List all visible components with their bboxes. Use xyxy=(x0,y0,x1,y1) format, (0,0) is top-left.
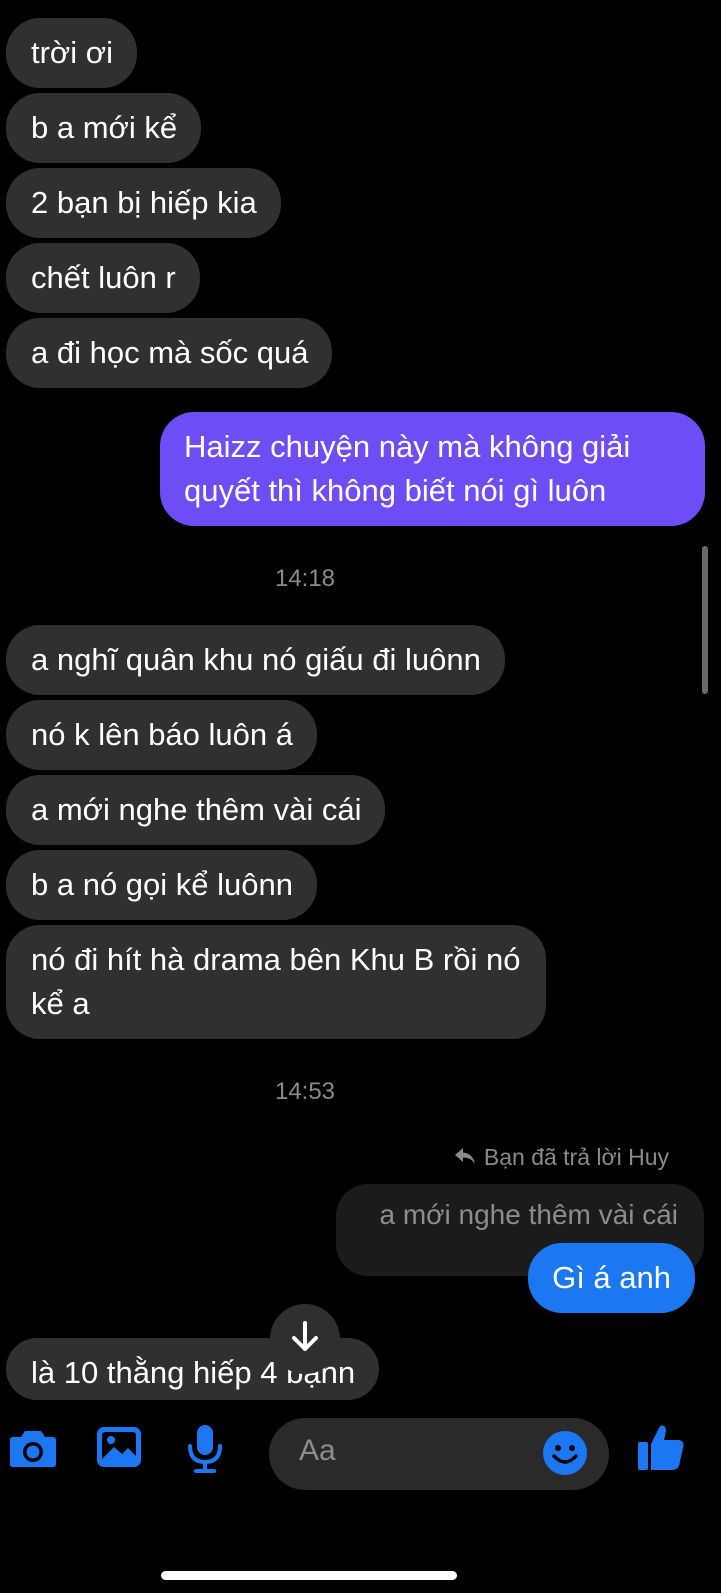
emoji-button[interactable] xyxy=(542,1430,588,1481)
message-text: a đi học mà sốc quá xyxy=(31,335,309,370)
message-text: b a mới kể xyxy=(31,110,178,145)
message-bubble[interactable]: trời ơi xyxy=(6,18,137,88)
like-icon xyxy=(636,1422,686,1477)
voice-button[interactable] xyxy=(186,1424,224,1479)
message-text: Gì á anh xyxy=(552,1260,671,1295)
message-bubble[interactable]: a nghĩ quân khu nó giấu đi luônn xyxy=(6,625,505,695)
like-button[interactable] xyxy=(636,1424,686,1474)
message-text: 2 bạn bị hiếp kia xyxy=(31,185,257,220)
home-indicator xyxy=(161,1571,457,1580)
microphone-icon xyxy=(186,1424,224,1479)
message-bubble[interactable]: b a nó gọi kể luônn xyxy=(6,850,317,920)
message-bubble[interactable]: b a mới kể xyxy=(6,93,202,163)
message-text: trời ơi xyxy=(31,35,113,70)
sent-message-bubble[interactable]: Gì á anh xyxy=(528,1243,695,1313)
reply-arrow-icon xyxy=(454,1144,476,1171)
message-input-placeholder: Aa xyxy=(299,1434,336,1467)
message-bubble[interactable]: a đi học mà sốc quá xyxy=(6,318,333,388)
reply-note: Bạn đã trả lời Huy xyxy=(454,1144,669,1171)
timestamp: 14:53 xyxy=(274,1078,336,1105)
emoji-icon xyxy=(542,1431,588,1480)
message-text: b a nó gọi kể luônn xyxy=(31,867,293,902)
reply-note-text: Bạn đã trả lời Huy xyxy=(483,1144,669,1170)
message-bubble[interactable]: a mới nghe thêm vài cái xyxy=(6,775,386,845)
timestamp: 14:18 xyxy=(274,565,336,592)
message-text: nó đi hít hà drama bên Khu B rồi nó kể a xyxy=(31,942,521,1021)
message-text: Haizz chuyện này mà không giải quyết thì… xyxy=(184,429,631,508)
gallery-button[interactable] xyxy=(96,1426,142,1473)
quoted-text: a mới nghe thêm vài cái xyxy=(379,1199,679,1230)
message-text: a mới nghe thêm vài cái xyxy=(31,792,362,827)
message-bubble[interactable]: chết luôn r xyxy=(6,243,200,313)
scrollbar[interactable] xyxy=(702,546,708,694)
image-icon xyxy=(96,1426,142,1473)
message-bubble[interactable]: nó k lên báo luôn á xyxy=(6,700,317,770)
sent-message-bubble[interactable]: Haizz chuyện này mà không giải quyết thì… xyxy=(160,412,705,526)
message-bubble[interactable]: nó đi hít hà drama bên Khu B rồi nó kể a xyxy=(6,925,546,1039)
arrow-down-icon xyxy=(289,1320,321,1359)
message-text: chết luôn r xyxy=(31,260,176,295)
message-text: a nghĩ quân khu nó giấu đi luônn xyxy=(31,642,481,677)
message-bubble[interactable]: 2 bạn bị hiếp kia xyxy=(6,168,281,238)
message-text: nó k lên báo luôn á xyxy=(31,717,293,752)
camera-icon xyxy=(8,1427,58,1474)
camera-button[interactable] xyxy=(8,1428,58,1472)
scroll-to-bottom-button[interactable] xyxy=(270,1304,340,1374)
message-input[interactable]: Aa xyxy=(269,1418,609,1490)
